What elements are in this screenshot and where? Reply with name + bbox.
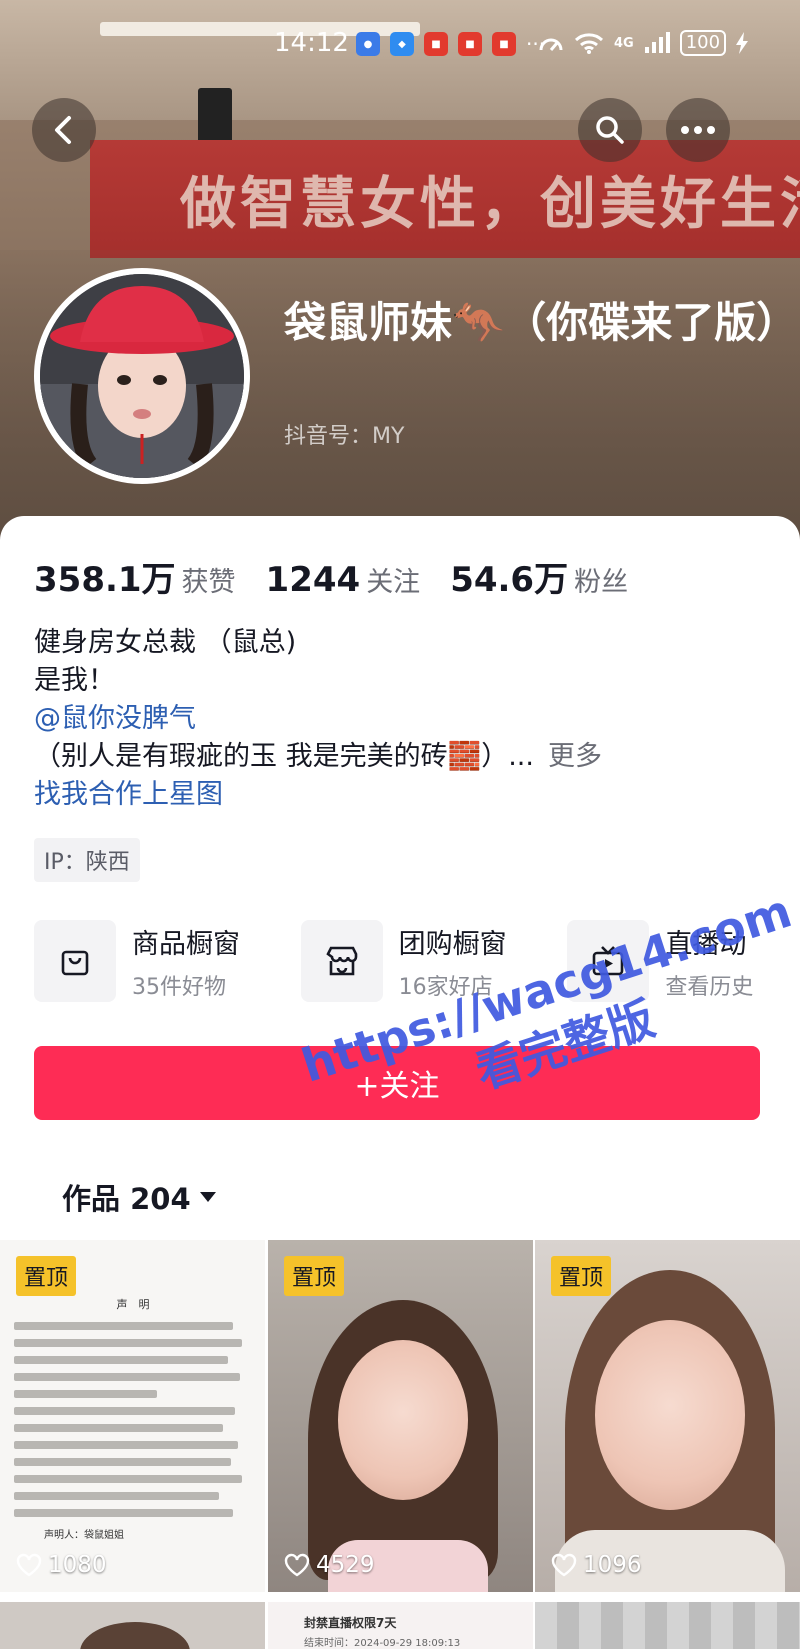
video-thumb-face bbox=[338, 1340, 468, 1500]
app-notification-icon: ■ bbox=[492, 32, 516, 56]
tab-works-label: 作品 204 bbox=[62, 1182, 191, 1216]
statement-signature: 声明人：袋鼠姐姐 bbox=[44, 1530, 124, 1541]
back-button[interactable] bbox=[32, 98, 96, 162]
stat-likes-label: 获赞 bbox=[181, 567, 236, 598]
video-likes: 1096 bbox=[551, 1552, 642, 1578]
speed-icon bbox=[539, 38, 563, 51]
stat-following-value: 1244 bbox=[265, 560, 361, 600]
signal-icon bbox=[644, 32, 670, 53]
statement-document: 声 明 声明人：袋鼠姐姐 bbox=[14, 1296, 252, 1544]
video-thumb-hair bbox=[80, 1622, 190, 1649]
pinned-badge: 置顶 bbox=[284, 1256, 345, 1296]
video-tile[interactable] bbox=[0, 1602, 265, 1649]
banner-slogan: 做智慧女性，创美好生活 bbox=[180, 171, 800, 237]
app-notification-icon: ● bbox=[356, 32, 380, 56]
video-likes-count: 1096 bbox=[583, 1552, 642, 1578]
banner-speaker bbox=[198, 88, 232, 144]
pinned-badge: 置顶 bbox=[551, 1256, 612, 1296]
statement-title: 声 明 bbox=[116, 1298, 150, 1311]
more-dots-icon bbox=[681, 126, 715, 134]
profile-bio: 健身房女总裁 （鼠总) 是我！ @鼠你没脾气 （别人是有瑕疵的玉 我是完美的砖🧱… bbox=[34, 624, 602, 814]
video-tile[interactable]: 置顶 1096 bbox=[535, 1240, 800, 1592]
search-icon bbox=[596, 116, 624, 144]
caret-down-icon bbox=[199, 1192, 216, 1202]
video-tile[interactable]: 置顶 4529 bbox=[268, 1240, 533, 1592]
shortcut-title: 团购橱窗 bbox=[398, 928, 507, 960]
status-system-icons: 4G 100 bbox=[538, 30, 749, 56]
stat-followers[interactable]: 54.6万 粉丝 bbox=[450, 552, 628, 601]
shortcut-title: 商品橱窗 bbox=[132, 928, 240, 960]
video-likes: 1080 bbox=[16, 1552, 107, 1578]
video-thumb-face bbox=[595, 1320, 745, 1510]
stat-followers-value: 54.6万 bbox=[450, 560, 569, 600]
bio-more-button[interactable]: 更多 bbox=[548, 741, 602, 772]
video-tile[interactable]: 封禁直播权限7天 结束时间：2024-09-29 18:09:13 bbox=[268, 1602, 533, 1649]
stat-likes[interactable]: 358.1万 获赞 bbox=[34, 552, 236, 601]
app-notification-icon: ■ bbox=[424, 32, 448, 56]
stat-followers-label: 粉丝 bbox=[574, 567, 629, 598]
bio-line: （别人是有瑕疵的玉 我是完美的砖🧱）... bbox=[34, 741, 534, 772]
bio-line: 健身房女总裁 （鼠总) bbox=[34, 627, 297, 658]
battery-level: 100 bbox=[679, 30, 727, 56]
status-time: 14:12 bbox=[274, 28, 349, 58]
app-notification-icon: ◆ bbox=[390, 32, 414, 56]
shortcut-subtitle: 35件好物 bbox=[132, 974, 226, 1000]
profile-stats: 358.1万 获赞 1244 关注 54.6万 粉丝 bbox=[34, 552, 628, 601]
network-label: 4G bbox=[614, 35, 634, 51]
video-tile[interactable]: 声 明 声明人：袋鼠姐姐 置顶 1080 bbox=[0, 1240, 265, 1592]
chevron-left-icon bbox=[55, 116, 71, 144]
bio-line-with-more: （别人是有瑕疵的玉 我是完美的砖🧱）... 更多 bbox=[34, 738, 602, 776]
heart-icon bbox=[284, 1553, 310, 1577]
tab-works[interactable]: 作品 204 bbox=[62, 1176, 217, 1218]
shopping-bag-icon bbox=[34, 920, 116, 1002]
stat-following-label: 关注 bbox=[366, 567, 421, 598]
video-tile[interactable] bbox=[535, 1602, 800, 1649]
douyin-id[interactable]: 抖音号：MY bbox=[284, 418, 404, 450]
stat-likes-value: 358.1万 bbox=[34, 560, 176, 600]
notice-time: 结束时间：2024-09-29 18:09:13 bbox=[304, 1638, 461, 1649]
bio-cooperation-link[interactable]: 找我合作上星图 bbox=[34, 776, 602, 814]
more-options-button[interactable] bbox=[666, 98, 730, 162]
video-likes-count: 4529 bbox=[316, 1552, 375, 1578]
charging-icon bbox=[736, 32, 749, 54]
ip-location-tag: IP：陕西 bbox=[34, 838, 140, 882]
app-notification-icon: ■ bbox=[458, 32, 482, 56]
wifi-icon bbox=[574, 33, 604, 54]
status-app-icons: ● ◆ ■ ■ ■ ··· bbox=[356, 32, 545, 56]
profile-nickname: 袋鼠师妹🦘（你碟来了版） bbox=[284, 298, 799, 347]
stat-following[interactable]: 1244 关注 bbox=[266, 560, 421, 600]
search-button[interactable] bbox=[578, 98, 642, 162]
bio-mention-link[interactable]: @鼠你没脾气 bbox=[34, 700, 602, 738]
pinned-badge: 置顶 bbox=[16, 1256, 77, 1296]
heart-icon bbox=[551, 1553, 577, 1577]
video-likes-count: 1080 bbox=[48, 1552, 107, 1578]
bio-line: 是我！ bbox=[34, 665, 115, 696]
shortcut-product-window[interactable]: 商品橱窗 35件好物 bbox=[34, 920, 301, 1002]
heart-icon bbox=[16, 1553, 42, 1577]
storefront-icon bbox=[300, 920, 383, 1002]
avatar-image bbox=[40, 274, 244, 478]
avatar[interactable] bbox=[34, 268, 250, 484]
status-bar: 14:12 ● ◆ ■ ■ ■ ··· 4G 100 bbox=[0, 26, 800, 66]
video-likes: 4529 bbox=[284, 1552, 375, 1578]
notice-title: 封禁直播权限7天 bbox=[304, 1616, 397, 1630]
